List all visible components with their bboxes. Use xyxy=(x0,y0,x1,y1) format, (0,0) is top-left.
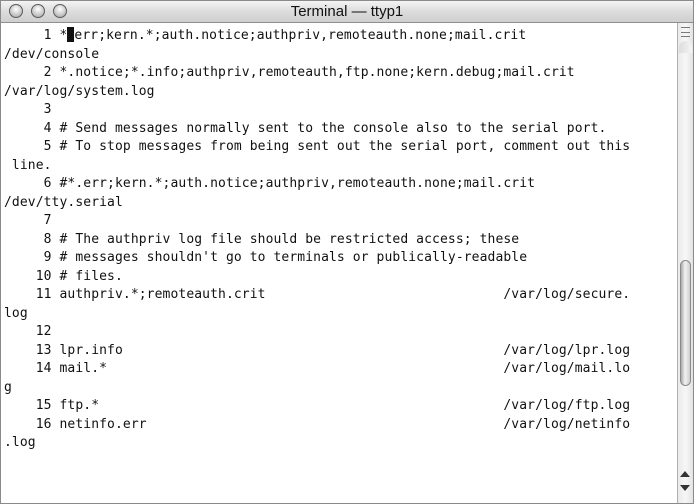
terminal-line: 4 # Send messages normally sent to the c… xyxy=(4,120,677,139)
terminal-line: 16 netinfo.err /var/log/netinfo xyxy=(4,416,677,435)
terminal-line: .log xyxy=(4,434,677,453)
terminal-line: 9 # messages shouldn't go to terminals o… xyxy=(4,249,677,268)
terminal-line-text: 9 # messages shouldn't go to terminals o… xyxy=(4,250,528,265)
terminal-line: /var/log/system.log xyxy=(4,83,677,102)
terminal-line: 14 mail.* /var/log/mail.lo xyxy=(4,360,677,379)
terminal-line-text: /dev/console xyxy=(4,46,100,62)
terminal-line: 5 # To stop messages from being sent out… xyxy=(4,138,677,157)
terminal-line-text: err;kern.*;auth.notice;authpriv,remoteau… xyxy=(74,28,527,43)
terminal-line-text: 5 # To stop messages from being sent out… xyxy=(4,139,631,154)
terminal-line: line. xyxy=(4,157,677,176)
terminal-line: 11 authpriv.*;remoteauth.crit /var/log/s… xyxy=(4,286,677,305)
terminal-line: 3 xyxy=(4,101,677,120)
terminal-line-text: 15 ftp.* /var/log/ftp.log xyxy=(4,398,631,413)
terminal-line-text: 12 xyxy=(4,324,52,339)
scroll-up-arrow-icon[interactable] xyxy=(680,471,690,477)
terminal-line-text: .log xyxy=(4,435,36,450)
title-bar[interactable]: Terminal — ttyp1 xyxy=(1,1,693,23)
scroll-track-top xyxy=(679,41,692,53)
terminal-line: 8 # The authpriv log file should be rest… xyxy=(4,231,677,250)
terminal-line: 10 # files. xyxy=(4,268,677,287)
terminal-window: Terminal — ttyp1 1 * err;kern.*;auth.noti… xyxy=(0,0,694,504)
terminal-line: log xyxy=(4,305,677,324)
terminal-line-text: 14 mail.* /var/log/mail.lo xyxy=(4,361,631,376)
terminal-line-text: /var/log/system.log xyxy=(4,83,155,99)
terminal-line: 2 *.notice;*.info;authpriv,remoteauth,ft… xyxy=(4,64,677,83)
terminal-line: 1 * err;kern.*;auth.notice;authpriv,remot… xyxy=(4,27,677,46)
terminal-line-text: 8 # The authpriv log file should be rest… xyxy=(4,231,520,247)
terminal-line-text: g xyxy=(4,379,12,395)
terminal-line-text: 10 # files. xyxy=(4,268,123,284)
split-pane-handle-icon[interactable] xyxy=(681,27,690,37)
terminal-line-text: 1 * xyxy=(4,28,68,43)
window-title: Terminal — ttyp1 xyxy=(290,3,404,20)
terminal-line: 7 xyxy=(4,212,677,231)
terminal-line: g xyxy=(4,379,677,398)
terminal-line-text: 11 authpriv.*;remoteauth.crit /var/log/s… xyxy=(4,287,631,302)
terminal-line-text: 16 netinfo.err /var/log/netinfo xyxy=(4,416,631,432)
scroll-down-arrow-icon[interactable] xyxy=(680,485,690,491)
terminal-line-text: 6 #*.err;kern.*;auth.notice;authpriv,rem… xyxy=(4,176,536,191)
vertical-scrollbar[interactable] xyxy=(677,23,693,503)
terminal-line: 13 lpr.info /var/log/lpr.log xyxy=(4,342,677,361)
terminal-content[interactable]: 1 * err;kern.*;auth.notice;authpriv,remot… xyxy=(1,23,677,503)
terminal-line: /dev/tty.serial xyxy=(4,194,677,213)
terminal-line-text: 7 xyxy=(4,213,52,228)
terminal-line-text: /dev/tty.serial xyxy=(4,194,123,210)
terminal-line: 6 #*.err;kern.*;auth.notice;authpriv,rem… xyxy=(4,175,677,194)
terminal-line: 12 xyxy=(4,323,677,342)
terminal-line-text: log xyxy=(4,305,28,321)
terminal-line-text: 4 # Send messages normally sent to the c… xyxy=(4,120,607,136)
terminal-line: /dev/console xyxy=(4,46,677,65)
terminal-line: 15 ftp.* /var/log/ftp.log xyxy=(4,397,677,416)
terminal-line-text: line. xyxy=(4,157,52,173)
scroll-thumb[interactable] xyxy=(680,260,691,386)
terminal-line-text: 2 *.notice;*.info;authpriv,remoteauth,ft… xyxy=(4,65,575,80)
terminal-line-text: 13 lpr.info /var/log/lpr.log xyxy=(4,342,631,358)
terminal-line-text: 3 xyxy=(4,102,52,117)
